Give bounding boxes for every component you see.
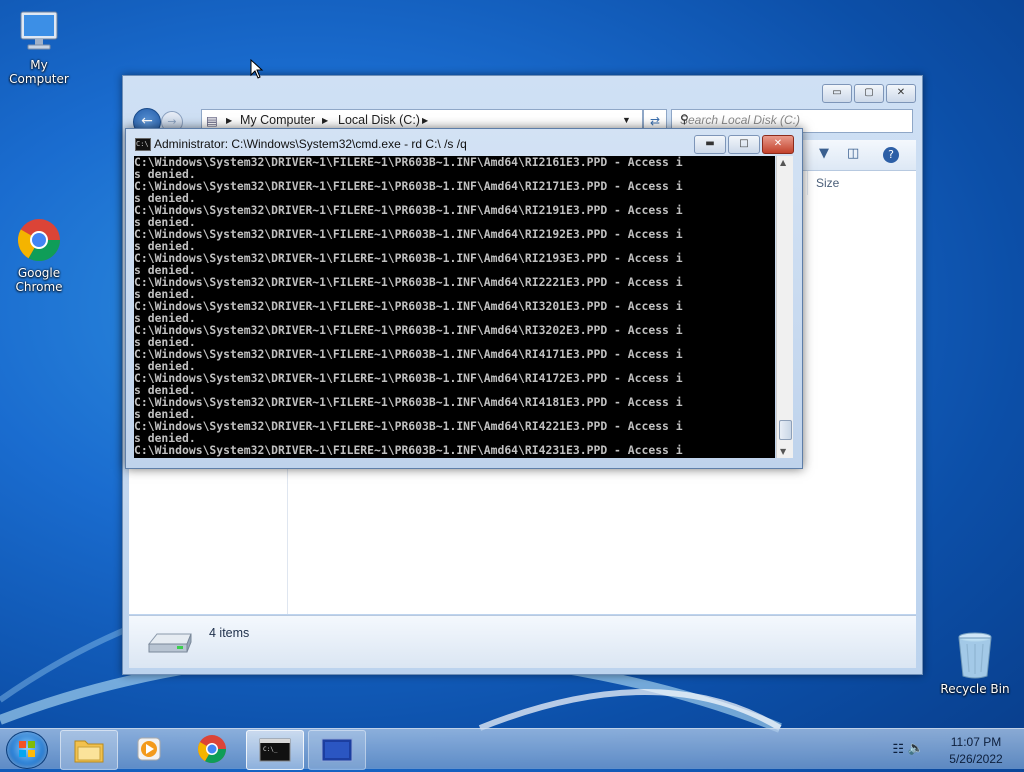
- cmd-window-title: Administrator: C:\Windows\System32\cmd.e…: [154, 137, 467, 151]
- maximize-button[interactable]: □: [728, 135, 760, 154]
- breadcrumb-separator-icon: ▶: [226, 116, 233, 125]
- command-prompt-icon: C:\_: [259, 738, 291, 762]
- media-player-icon: [137, 737, 161, 761]
- console-line: C:\Windows\System32\DRIVER~1\FILERE~1\PR…: [134, 419, 683, 433]
- console-line: C:\Windows\System32\DRIVER~1\FILERE~1\PR…: [134, 323, 683, 337]
- taskbar-media-player[interactable]: [122, 730, 178, 768]
- desktop-icon-label: My Computer: [9, 58, 69, 86]
- cmd-window[interactable]: C:\ Administrator: C:\Windows\System32\c…: [125, 128, 803, 469]
- minimize-button[interactable]: ▭: [822, 84, 852, 103]
- desktop-icon-recycle-bin[interactable]: Recycle Bin: [935, 630, 1015, 696]
- console-output[interactable]: C:\Windows\System32\DRIVER~1\FILERE~1\PR…: [134, 156, 775, 458]
- desktop-icon-label: Google Chrome: [15, 266, 63, 294]
- column-header-size[interactable]: Size: [807, 171, 928, 195]
- close-button[interactable]: ✕: [886, 84, 916, 103]
- console-line: C:\Windows\System32\DRIVER~1\FILERE~1\PR…: [134, 251, 683, 265]
- taskbar: C:\_ ☷ 🔈 11:07 PM 5/26/2022: [0, 728, 1024, 770]
- computer-icon: [20, 11, 58, 50]
- preview-pane-icon[interactable]: ◫: [847, 146, 859, 161]
- recycle-bin-icon: [958, 632, 992, 679]
- console-line: C:\Windows\System32\DRIVER~1\FILERE~1\PR…: [134, 443, 683, 457]
- scroll-up-icon[interactable]: ▲: [780, 158, 786, 167]
- folder-icon: [74, 740, 104, 763]
- column-header-label: Size: [816, 176, 840, 190]
- scroll-down-icon[interactable]: ▼: [780, 447, 786, 456]
- clock-time: 11:07 PM: [950, 735, 1002, 749]
- minimize-button[interactable]: ▬: [694, 135, 726, 154]
- item-count: 4 items: [209, 626, 250, 640]
- clock-date: 5/26/2022: [949, 752, 1003, 766]
- console-line: C:\Windows\System32\DRIVER~1\FILERE~1\PR…: [134, 395, 683, 409]
- help-icon[interactable]: ?: [883, 147, 899, 163]
- mouse-cursor-icon: [250, 59, 264, 79]
- details-pane: 4 items: [129, 615, 916, 668]
- breadcrumb-separator-icon: ▶: [322, 116, 329, 125]
- breadcrumb-my-computer[interactable]: My Computer: [240, 113, 315, 127]
- explorer-caption-buttons: ▭ ▢ ✕: [822, 84, 916, 103]
- close-button[interactable]: ✕: [762, 135, 794, 154]
- chrome-icon: [198, 735, 226, 763]
- search-icon[interactable]: ⚲: [680, 112, 907, 126]
- start-button[interactable]: [6, 731, 48, 769]
- console-line: C:\Windows\System32\DRIVER~1\FILERE~1\PR…: [134, 156, 683, 169]
- scrollbar-thumb[interactable]: [779, 420, 792, 440]
- taskbar-windows-explorer[interactable]: [60, 730, 118, 770]
- cmd-icon: C:\: [135, 138, 151, 151]
- view-options-dropdown-icon[interactable]: ▼: [819, 146, 829, 161]
- console-line: C:\Windows\System32\DRIVER~1\FILERE~1\PR…: [134, 227, 683, 241]
- back-arrow-icon: ←: [141, 113, 153, 129]
- clock[interactable]: 11:07 PM 5/26/2022: [936, 735, 1016, 766]
- window-thumbnail-icon: [321, 738, 353, 762]
- maximize-button[interactable]: ▢: [854, 84, 884, 103]
- forward-arrow-icon: →: [167, 115, 177, 128]
- cmd-caption-buttons: ▬ □ ✕: [692, 135, 794, 154]
- address-dropdown-icon[interactable]: ▼: [622, 115, 631, 125]
- hard-drive-icon: [147, 633, 192, 653]
- svg-text:C:\_: C:\_: [263, 746, 278, 753]
- network-icon[interactable]: ☷: [892, 741, 904, 757]
- console-line: C:\Windows\System32\DRIVER~1\FILERE~1\PR…: [134, 275, 683, 289]
- console-line: C:\Windows\System32\DRIVER~1\FILERE~1\PR…: [134, 347, 683, 361]
- taskbar-command-prompt[interactable]: C:\_: [246, 730, 304, 770]
- refresh-icon: ⇄: [649, 114, 661, 128]
- volume-icon[interactable]: 🔈: [908, 740, 924, 756]
- chrome-icon: [17, 219, 61, 262]
- computer-small-icon: ▤: [206, 114, 218, 128]
- windows-logo-icon: [19, 741, 35, 757]
- desktop-icon-label: Recycle Bin: [940, 682, 1010, 696]
- taskbar-google-chrome[interactable]: [184, 730, 240, 768]
- taskbar-remote-desktop[interactable]: [308, 730, 366, 770]
- console-line: C:\Windows\System32\DRIVER~1\FILERE~1\PR…: [134, 299, 683, 313]
- console-line: C:\Windows\System32\DRIVER~1\FILERE~1\PR…: [134, 371, 683, 385]
- desktop-icon-google-chrome[interactable]: Google Chrome: [0, 216, 79, 294]
- console-scrollbar[interactable]: ▲ ▼: [776, 156, 793, 458]
- console-line: C:\Windows\System32\DRIVER~1\FILERE~1\PR…: [134, 203, 683, 217]
- breadcrumb-local-disk[interactable]: Local Disk (C:): [338, 113, 420, 127]
- desktop-icon-my-computer[interactable]: My Computer: [0, 8, 79, 86]
- breadcrumb-separator-icon: ▶: [422, 116, 429, 125]
- console-line: C:\Windows\System32\DRIVER~1\FILERE~1\PR…: [134, 179, 683, 193]
